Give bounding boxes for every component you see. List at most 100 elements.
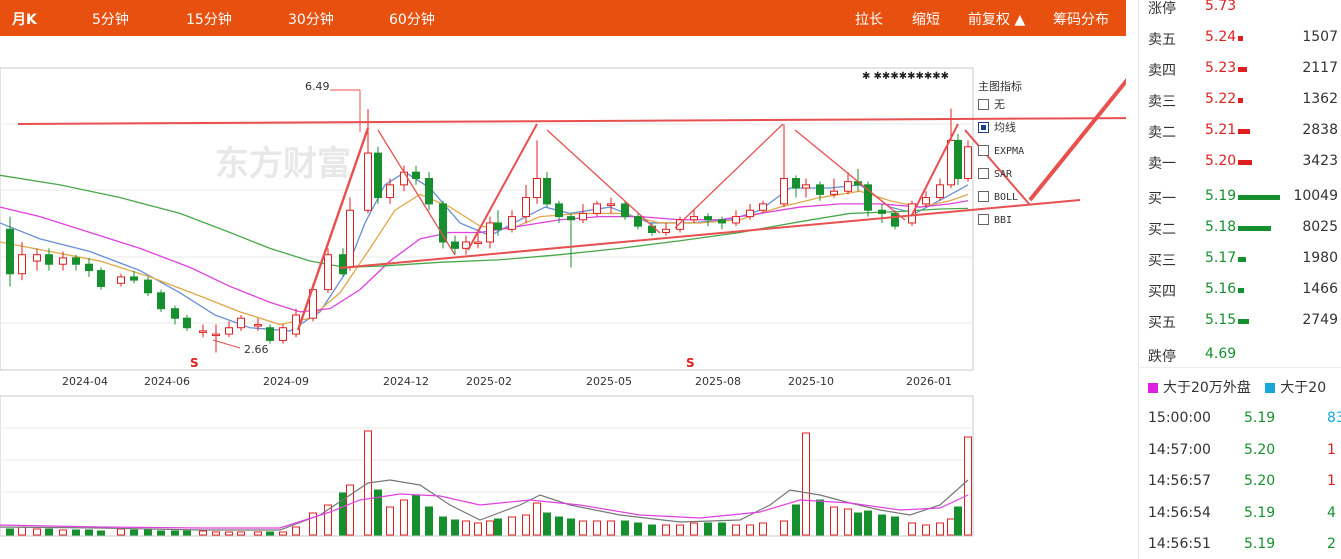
candle-down (451, 241, 459, 249)
volume-bar-up (732, 524, 740, 536)
tab-60min[interactable]: 60分钟 (389, 9, 435, 29)
candle-up (292, 314, 300, 335)
tab-15min[interactable]: 15分钟 (186, 9, 232, 29)
candle-down (425, 178, 433, 205)
volume-bar-up (225, 531, 233, 536)
volume-bar-up (212, 531, 220, 536)
low-leader-line (212, 339, 241, 349)
buy-volume-bar (1238, 226, 1271, 231)
candle-up (830, 190, 838, 195)
candle-up (922, 197, 930, 205)
candle-down (85, 263, 93, 272)
volume-bar-up (33, 528, 41, 536)
x-tick-label: 2024-06 (144, 375, 190, 388)
indicator-expma-checkbox[interactable] (978, 145, 989, 156)
indicator-expma[interactable]: EXPMA (978, 144, 1118, 167)
sell-level-4[interactable]: 卖四 5.23 2117 (1139, 54, 1341, 85)
indicator-bbi-checkbox[interactable] (978, 214, 989, 225)
kline-chart-area[interactable]: 东方财富 6.49 2.66 ✱ ✱✱✱✱✱✱✱✱✱ S S 2024-04 20… (0, 36, 1126, 559)
stretch-button[interactable]: 拉长 (855, 9, 883, 29)
sell-level-5[interactable]: 卖五 5.24 1507 (1139, 23, 1341, 54)
volume-bar-down (648, 524, 656, 536)
buy-level-2[interactable]: 买二 5.18 8025 (1139, 213, 1341, 244)
buy-volume-bar (1238, 257, 1246, 262)
chip-distribution-button[interactable]: 筹码分布 (1053, 9, 1109, 29)
sell-level-3[interactable]: 卖三 5.22 1362 (1139, 85, 1341, 116)
inner-swatch (1265, 383, 1276, 393)
candle-up (780, 178, 788, 205)
buy-volume-bar (1238, 319, 1249, 324)
volume-bar-up (18, 526, 26, 536)
x-tick-label: 2024-12 (383, 375, 429, 388)
candle-up (533, 178, 541, 199)
tab-monthly-k[interactable]: 月K (12, 9, 37, 29)
indicator-ma[interactable]: 均线 (978, 121, 1118, 144)
x-tick-label: 2025-02 (466, 375, 512, 388)
volume-bar-up (237, 531, 245, 536)
volume-bar-down (451, 519, 459, 536)
candle-down (183, 317, 191, 329)
volume-bar-up (522, 514, 530, 536)
indicator-ma-checkbox[interactable] (978, 122, 989, 133)
candle-up (237, 317, 245, 329)
candle-up (212, 333, 220, 337)
buy-level-3[interactable]: 买三 5.17 1980 (1139, 244, 1341, 275)
sell-level-2[interactable]: 卖二 5.21 2838 (1139, 116, 1341, 147)
kline-chart[interactable]: 东方财富 6.49 2.66 ✱ ✱✱✱✱✱✱✱✱✱ S S 2024-04 20… (0, 36, 1126, 559)
candle-down (97, 270, 105, 287)
candle-up (474, 241, 482, 244)
buy-level-5[interactable]: 买五 5.15 2749 (1139, 306, 1341, 337)
period-toolbar: 月K 5分钟 15分钟 30分钟 60分钟 拉长 缩短 前复权 ▲ 筹码分布 (0, 0, 1126, 36)
volume-bar-down (412, 494, 420, 536)
volume-bar-up (676, 524, 684, 536)
main-chart-frame (0, 67, 974, 371)
candle-down (634, 216, 642, 227)
candle-down (954, 139, 962, 179)
candle-up (346, 209, 354, 268)
volume-bar-down (891, 516, 899, 536)
candle-up (254, 324, 262, 327)
candle-down (567, 216, 575, 221)
candle-up (759, 203, 767, 211)
candle-down (864, 184, 872, 211)
indicator-boll-checkbox[interactable] (978, 191, 989, 202)
trade-tick-row: 14:56:54 5.19 4 (1148, 504, 1336, 521)
volume-bar-down (567, 518, 575, 536)
volume-bar-up (830, 506, 838, 536)
volume-bars (6, 430, 972, 536)
volume-bar-up (117, 528, 125, 536)
indicator-bbi[interactable]: BBI (978, 213, 1118, 236)
indicator-boll[interactable]: BOLL (978, 190, 1118, 213)
trade-tick-row: 14:56:51 5.19 2 (1148, 536, 1336, 552)
x-tick-label: 2024-04 (62, 375, 108, 388)
volume-bar-down (954, 506, 962, 536)
indicator-panel-title: 主图指标 (978, 80, 1022, 93)
volume-bar-up (199, 530, 207, 536)
tab-5min[interactable]: 5分钟 (92, 9, 129, 29)
sell-level-1[interactable]: 卖一 5.20 3423 (1139, 147, 1341, 178)
outer-swatch (1148, 383, 1158, 393)
candle-down (144, 279, 152, 294)
buy-level-1[interactable]: 买一 5.19 10049 (1139, 182, 1341, 213)
indicator-none[interactable]: 无 (978, 98, 1118, 121)
volume-bar-down (555, 516, 563, 536)
indicator-none-checkbox[interactable] (978, 99, 989, 110)
volume-chart-frame (0, 395, 974, 537)
candle-down (792, 178, 800, 189)
support-line (339, 199, 1081, 269)
candle-up (400, 171, 408, 186)
rally-arrow-2 (467, 123, 538, 251)
tab-30min[interactable]: 30分钟 (288, 9, 334, 29)
candle-down (374, 152, 382, 199)
buy-level-4[interactable]: 买四 5.16 1466 (1139, 275, 1341, 306)
candle-up (844, 181, 852, 192)
candle-up (324, 254, 332, 291)
volume-bar-up (780, 520, 788, 536)
candle-up (508, 216, 516, 230)
shrink-button[interactable]: 缩短 (912, 9, 940, 29)
candle-up (522, 197, 530, 218)
volume-bar-up (508, 516, 516, 536)
indicator-sar[interactable]: SAR (978, 167, 1118, 190)
indicator-sar-checkbox[interactable] (978, 168, 989, 179)
adjust-dropdown[interactable]: 前复权 ▲ (968, 9, 1025, 29)
